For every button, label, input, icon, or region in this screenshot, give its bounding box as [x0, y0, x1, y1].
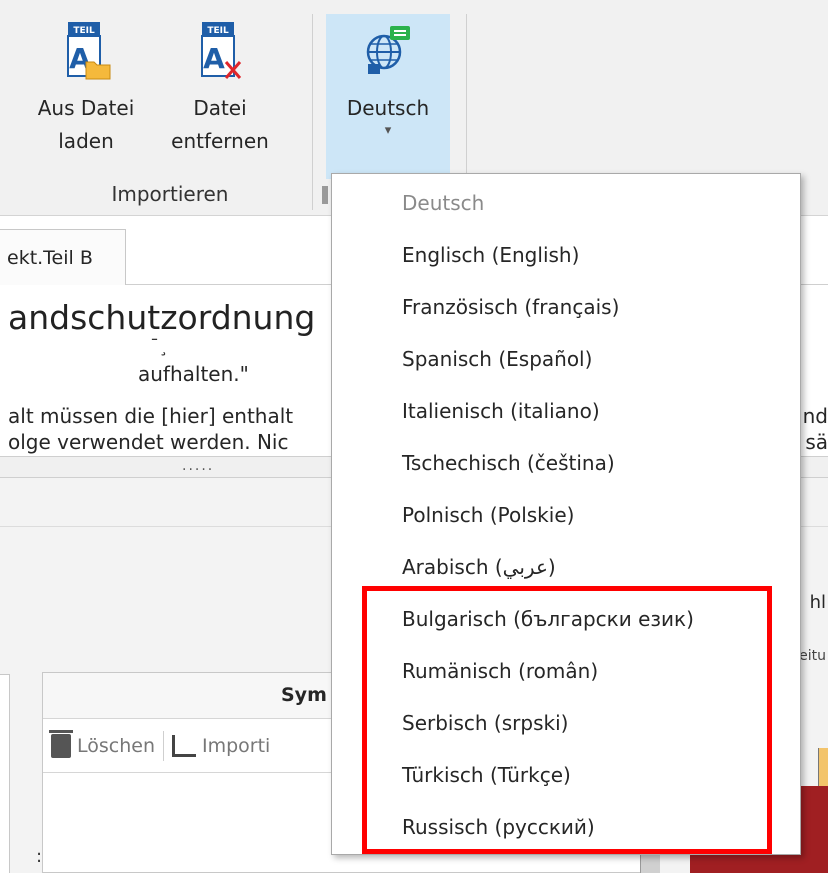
- delete-label: Löschen: [77, 734, 155, 757]
- splitter-grip: .....: [182, 458, 215, 474]
- teil-folder-icon: TEIL A: [67, 22, 111, 80]
- icon-badge-text-2: TEIL: [207, 26, 229, 36]
- trash-icon: [49, 729, 73, 758]
- document-line-1: alt müssen die [hier] enthalt: [8, 404, 294, 428]
- aus-datei-line1: Aus Datei: [37, 96, 135, 120]
- menu-item-tuerkisch[interactable]: Türkisch (Türkçe): [402, 760, 571, 790]
- language-current: Deutsch: [346, 96, 430, 120]
- ribbon-group-fragment: [322, 186, 328, 204]
- datei-entfernen-label: Datei entfernen: [150, 92, 290, 158]
- yellow-edge: [818, 748, 828, 788]
- menu-item-spanisch[interactable]: Spanisch (Español): [402, 344, 592, 374]
- menu-item-rumaenisch[interactable]: Rumänisch (român): [402, 656, 598, 686]
- aus-datei-laden-label: Aus Datei laden: [22, 92, 150, 158]
- document-line-2: olge verwendet werden. Nic: [8, 430, 289, 454]
- datei-entfernen-line1: Datei: [193, 96, 247, 120]
- icon-badge-text: TEIL: [73, 26, 95, 36]
- document-right-fragment-1: nd: [802, 404, 828, 428]
- language-dropdown-button[interactable]: Deutsch ▾: [326, 14, 450, 179]
- svg-text:A: A: [203, 42, 225, 75]
- importieren-group-label: Importieren: [111, 182, 229, 206]
- lower-right-text-1: hl: [809, 592, 826, 613]
- chevron-down-icon: ▾: [384, 123, 392, 138]
- aus-datei-laden-button[interactable]: TEIL A Aus Datei laden: [22, 14, 150, 179]
- menu-item-russisch[interactable]: Russisch (русский): [402, 812, 595, 842]
- menu-item-arabisch[interactable]: Arabisch (عربي): [402, 552, 556, 582]
- globe-language-icon: [366, 26, 410, 74]
- menu-item-serbisch[interactable]: Serbisch (srpski): [402, 708, 568, 738]
- aus-datei-line2: laden: [58, 129, 114, 153]
- menu-item-franzoesisch[interactable]: Französisch (français): [402, 292, 619, 322]
- menu-item-englisch[interactable]: Englisch (English): [402, 240, 579, 270]
- document-quote-line: aufhalten.": [138, 362, 249, 386]
- left-panel: [0, 674, 10, 873]
- datei-entfernen-line2: entfernen: [171, 129, 269, 153]
- import-icon: [172, 734, 196, 757]
- import-label: Importi: [202, 734, 271, 757]
- lower-right-text-2: eitu: [799, 648, 826, 664]
- lower-colon: :: [36, 846, 43, 867]
- document-right-fragment-2: sä: [805, 430, 828, 454]
- datei-entfernen-button[interactable]: TEIL A Datei entfernen: [150, 14, 290, 179]
- page-title: andschutzordnung: [8, 298, 316, 337]
- document-fragment: ¯¸: [150, 336, 168, 357]
- menu-item-polnisch[interactable]: Polnisch (Polskie): [402, 500, 574, 530]
- tab-document[interactable]: ekt.Teil B: [0, 229, 126, 285]
- teil-remove-icon: TEIL A: [201, 22, 242, 79]
- language-dropdown-menu: Deutsch Englisch (English) Französisch (…: [331, 173, 801, 855]
- toolbar-separator: [163, 730, 164, 761]
- menu-item-bulgarisch[interactable]: Bulgarisch (български език): [402, 604, 694, 634]
- import-button[interactable]: Importi: [172, 734, 271, 757]
- ribbon-separator: [312, 14, 313, 210]
- language-button-label: Deutsch: [326, 92, 450, 125]
- menu-item-italienisch[interactable]: Italienisch (italiano): [402, 396, 600, 426]
- delete-button[interactable]: Löschen: [49, 729, 155, 758]
- menu-item-deutsch[interactable]: Deutsch: [402, 188, 484, 218]
- menu-item-tschechisch[interactable]: Tschechisch (čeština): [402, 448, 615, 478]
